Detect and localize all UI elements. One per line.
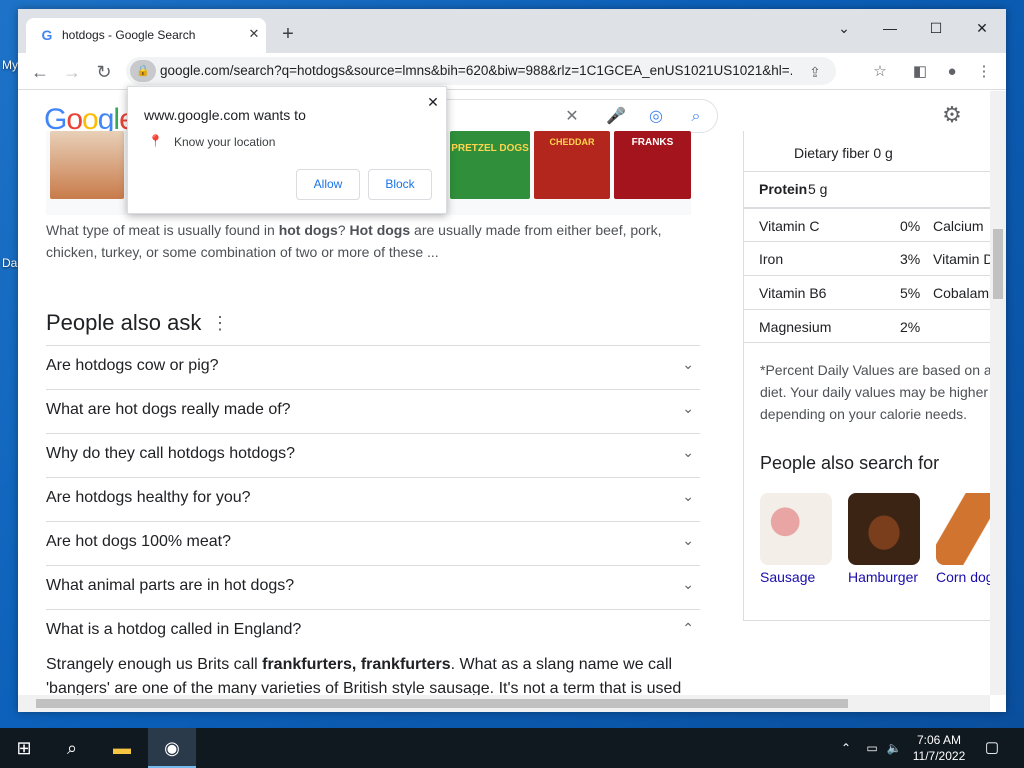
tab-strip: G hotdogs - Google Search ✕ + ⌄ — ☐ ✕ bbox=[18, 9, 1006, 53]
url-text[interactable]: google.com/search?q=hotdogs&source=lmns&… bbox=[160, 63, 792, 78]
menu-kebab-icon[interactable]: ⋮ bbox=[972, 60, 996, 84]
pasf-link-hamburger[interactable]: Hamburger bbox=[848, 569, 918, 585]
chevron-down-icon: ⌄ bbox=[682, 488, 694, 504]
new-tab-button[interactable]: + bbox=[276, 23, 300, 47]
nutrition-panel: Dietary fiber 0 g Protein 5 g Vitamin C … bbox=[743, 131, 990, 621]
more-options-icon[interactable]: ⋮ bbox=[211, 313, 229, 334]
product-label: CHEDDAR bbox=[549, 137, 595, 147]
nutrient-row: Magnesium 2% bbox=[744, 309, 990, 343]
paa-question-expanded[interactable]: What is a hotdog called in England? ⌃ bbox=[46, 609, 700, 653]
side-panel-icon[interactable]: ◧ bbox=[908, 60, 932, 84]
reload-button[interactable]: ↻ bbox=[90, 58, 118, 86]
location-permission-popup: www.google.com wants to ✕ 📍 Know your lo… bbox=[127, 86, 447, 214]
location-pin-icon: 📍 bbox=[148, 134, 163, 148]
close-window-button[interactable]: ✕ bbox=[959, 13, 1005, 43]
desktop-icon-label[interactable]: My bbox=[2, 58, 18, 72]
browser-toolbar: ← → ↻ 🔒 google.com/search?q=hotdogs&sour… bbox=[18, 53, 1006, 90]
paa-question[interactable]: What are hot dogs really made of? ⌄ bbox=[46, 389, 700, 433]
hamburger-image[interactable] bbox=[848, 493, 920, 565]
popup-title: www.google.com wants to bbox=[144, 107, 306, 123]
corn-dog-image[interactable] bbox=[936, 493, 990, 565]
product-label: PRETZEL DOGS bbox=[451, 143, 529, 154]
volume-icon[interactable]: 🔈 bbox=[884, 728, 904, 768]
vertical-scrollbar[interactable] bbox=[990, 91, 1006, 695]
chevron-up-icon: ⌃ bbox=[682, 620, 694, 636]
chevron-down-icon: ⌄ bbox=[682, 356, 694, 372]
chevron-down-icon: ⌄ bbox=[682, 444, 694, 460]
clock-time: 7:06 AM bbox=[916, 733, 962, 747]
horizontal-scroll-thumb[interactable] bbox=[36, 699, 848, 708]
nutrient-row: Vitamin B6 5% Cobalamin bbox=[744, 275, 990, 309]
tray-chevron-icon[interactable]: ⌃ bbox=[838, 728, 854, 768]
product-image[interactable]: CHEDDAR bbox=[534, 131, 610, 199]
product-image[interactable]: FRANKS bbox=[614, 131, 691, 199]
share-icon[interactable]: ⇪ bbox=[804, 61, 826, 83]
tab-active[interactable]: G hotdogs - Google Search ✕ bbox=[26, 18, 266, 53]
lock-icon[interactable]: 🔒 bbox=[130, 60, 156, 82]
protein-row: Protein 5 g bbox=[744, 171, 990, 205]
address-bar[interactable]: 🔒 google.com/search?q=hotdogs&source=lmn… bbox=[126, 57, 836, 85]
horizontal-scrollbar[interactable] bbox=[18, 695, 990, 712]
desktop-icon-label[interactable]: Da bbox=[2, 256, 17, 270]
chevron-down-icon: ⌄ bbox=[682, 576, 694, 592]
sausage-image[interactable] bbox=[760, 493, 832, 565]
search-icon[interactable]: ⌕ bbox=[685, 106, 707, 128]
chrome-taskbar-icon[interactable]: ◉ bbox=[148, 728, 196, 768]
pasf-link-corn-dog[interactable]: Corn dog bbox=[936, 569, 990, 585]
daily-values-note: *Percent Daily Values are based on a die… bbox=[760, 362, 990, 422]
chevron-down-icon: ⌄ bbox=[682, 532, 694, 548]
back-button[interactable]: ← bbox=[26, 58, 54, 86]
paa-question[interactable]: Why do they call hotdogs hotdogs? ⌄ bbox=[46, 433, 700, 477]
notification-icon[interactable]: ▢ bbox=[982, 728, 1002, 768]
google-g-icon: G bbox=[41, 27, 53, 43]
paa-answer: Strangely enough us Brits call frankfurt… bbox=[46, 656, 682, 695]
pasf-link-sausage[interactable]: Sausage bbox=[760, 569, 815, 585]
paa-question[interactable]: Are hotdogs healthy for you? ⌄ bbox=[46, 477, 700, 521]
product-image[interactable]: PRETZEL DOGS bbox=[450, 131, 530, 199]
taskbar: ⊞ ⌕ ▬ ◉ ⌃ ▭ 🔈 7:06 AM 11/7/2022 ▢ bbox=[0, 728, 1024, 768]
maximize-button[interactable]: ☐ bbox=[913, 13, 959, 43]
allow-button[interactable]: Allow bbox=[296, 169, 360, 200]
block-button[interactable]: Block bbox=[368, 169, 432, 200]
forward-button[interactable]: → bbox=[58, 58, 86, 86]
tab-title: hotdogs - Google Search bbox=[62, 28, 196, 42]
product-image[interactable] bbox=[50, 131, 124, 199]
bookmark-star-icon[interactable]: ☆ bbox=[868, 60, 892, 84]
chevron-down-icon: ⌄ bbox=[682, 400, 694, 416]
permission-text: Know your location bbox=[174, 135, 276, 149]
minimize-button[interactable]: — bbox=[867, 13, 913, 43]
pasf-heading: People also search for bbox=[760, 453, 940, 473]
product-label: FRANKS bbox=[631, 137, 674, 148]
lens-search-icon[interactable]: ◎ bbox=[645, 106, 667, 128]
file-explorer-icon[interactable]: ▬ bbox=[100, 728, 144, 768]
nutrient-row: Vitamin C 0% Calcium bbox=[744, 207, 990, 241]
fiber-row: Dietary fiber 0 g bbox=[794, 145, 893, 161]
vertical-scroll-thumb[interactable] bbox=[993, 229, 1003, 299]
paa-question[interactable]: Are hotdogs cow or pig? ⌄ bbox=[46, 345, 700, 389]
settings-gear-icon[interactable]: ⚙ bbox=[940, 103, 964, 127]
tab-close-icon[interactable]: ✕ bbox=[244, 24, 264, 44]
paa-question[interactable]: Are hot dogs 100% meat? ⌄ bbox=[46, 521, 700, 565]
network-icon[interactable]: ▭ bbox=[862, 728, 882, 768]
tab-search-button[interactable]: ⌄ bbox=[821, 13, 867, 43]
nutrient-row: Iron 3% Vitamin D bbox=[744, 241, 990, 275]
taskbar-clock[interactable]: 7:06 AM 11/7/2022 bbox=[906, 732, 972, 764]
paa-question[interactable]: What animal parts are in hot dogs? ⌄ bbox=[46, 565, 700, 609]
result-snippet: What type of meat is usually found in ho… bbox=[46, 222, 662, 260]
clear-search-icon[interactable]: ✕ bbox=[561, 106, 583, 128]
clock-date: 11/7/2022 bbox=[912, 749, 966, 763]
profile-avatar-icon[interactable]: ● bbox=[940, 60, 964, 84]
close-icon[interactable]: ✕ bbox=[424, 93, 442, 111]
paa-heading: People also ask bbox=[46, 310, 202, 335]
windows-start-icon[interactable]: ⊞ bbox=[4, 728, 44, 768]
search-icon[interactable]: ⌕ bbox=[52, 728, 92, 768]
voice-search-icon[interactable]: 🎤 bbox=[605, 106, 627, 128]
